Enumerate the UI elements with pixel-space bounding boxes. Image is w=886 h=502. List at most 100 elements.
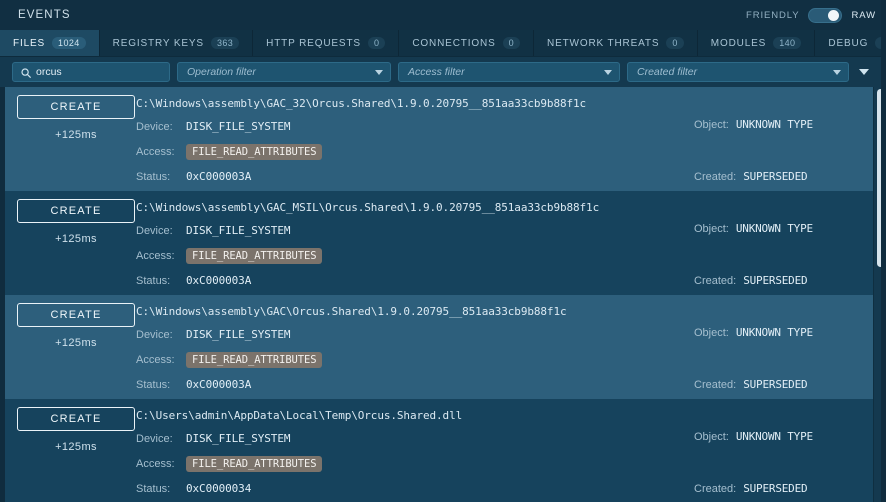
table-row[interactable]: CREATE +125ms C:\Windows\assembly\GAC_MS… [5,191,886,295]
tab-files-count: 1024 [52,37,86,49]
device-value: DISK_FILE_SYSTEM [186,328,291,341]
search-input[interactable] [36,66,161,78]
tab-http-requests[interactable]: HTTP REQUESTS 0 [253,30,400,56]
event-status-row: Status: 0xC0000034 [136,480,646,497]
events-list[interactable]: CREATE +125ms C:\Windows\assembly\GAC_32… [5,87,886,502]
operation-button[interactable]: CREATE [17,407,135,431]
status-value: 0xC000003A [186,170,252,183]
event-access-row: Access: FILE_READ_ATTRIBUTES [136,351,646,368]
search-icon [21,67,31,78]
status-label: Status: [136,482,171,495]
page-title: EVENTS [18,9,71,21]
access-label: Access: [136,249,175,262]
tab-network-threats[interactable]: NETWORK THREATS 0 [534,30,698,56]
chevron-down-icon [375,69,383,75]
view-mode-toggle[interactable]: FRIENDLY RAW [746,7,876,23]
event-timestamp: +125ms [55,129,97,141]
access-label: Access: [136,353,175,366]
event-action-column: CREATE +125ms [5,195,136,295]
event-object-row: Object: UNKNOWN TYPE [694,326,813,339]
table-row[interactable]: CREATE +125ms C:\Windows\assembly\GAC\Or… [5,295,886,399]
device-label: Device: [136,432,173,445]
table-row[interactable]: CREATE +125ms C:\Windows\assembly\GAC_32… [5,87,886,191]
search-field[interactable] [12,62,170,82]
tab-connections-label: CONNECTIONS [412,37,496,49]
tab-debug[interactable]: DEBUG 0 [815,30,886,56]
event-meta-column: Object: UNKNOWN TYPE Created: SUPERSEDED [646,91,886,191]
event-path: C:\Windows\assembly\GAC\Orcus.Shared\1.9… [136,305,567,318]
chevron-down-icon [833,69,841,75]
tab-modules[interactable]: MODULES 140 [698,30,816,56]
event-object-row: Object: UNKNOWN TYPE [694,118,813,131]
tab-connections[interactable]: CONNECTIONS 0 [399,30,534,56]
event-created-row: Created: SUPERSEDED [694,170,808,183]
object-label: Object: [694,119,729,131]
event-meta-column: Object: UNKNOWN TYPE Created: SUPERSEDED [646,299,886,399]
event-detail-column: C:\Users\admin\AppData\Local\Temp\Orcus.… [136,403,646,502]
object-value: UNKNOWN TYPE [735,118,813,131]
event-device-row: Device: DISK_FILE_SYSTEM [136,326,646,343]
tab-http-requests-label: HTTP REQUESTS [266,37,361,49]
tab-bar: FILES 1024 REGISTRY KEYS 363 HTTP REQUES… [0,30,886,57]
filter-bar: Operation filter Access filter Created f… [0,57,886,87]
mode-switch[interactable] [808,7,843,23]
event-object-row: Object: UNKNOWN TYPE [694,430,813,443]
tab-files-label: FILES [13,37,46,49]
mode-label-friendly: FRIENDLY [746,9,800,21]
tab-files[interactable]: FILES 1024 [0,30,100,56]
device-label: Device: [136,224,173,237]
tab-modules-count: 140 [773,37,802,49]
chevron-down-icon [604,69,612,75]
device-value: DISK_FILE_SYSTEM [186,432,291,445]
operation-filter-label: Operation filter [187,66,256,78]
access-filter-select[interactable]: Access filter [398,62,620,82]
event-path: C:\Windows\assembly\GAC_32\Orcus.Shared\… [136,97,587,110]
created-label: Created: [694,483,737,495]
operation-button[interactable]: CREATE [17,199,135,223]
event-action-column: CREATE +125ms [5,91,136,191]
table-row[interactable]: CREATE +125ms C:\Users\admin\AppData\Loc… [5,399,886,502]
mode-label-raw: RAW [851,9,876,21]
created-label: Created: [694,379,737,391]
status-value: 0xC000003A [186,378,252,391]
created-value: SUPERSEDED [743,170,808,183]
mode-switch-knob [828,9,840,21]
created-value: SUPERSEDED [743,482,808,495]
event-timestamp: +125ms [55,337,97,349]
more-filters-chevron-down-icon[interactable] [859,69,869,75]
event-path: C:\Users\admin\AppData\Local\Temp\Orcus.… [136,409,463,422]
event-access-row: Access: FILE_READ_ATTRIBUTES [136,455,646,472]
event-created-row: Created: SUPERSEDED [694,274,808,287]
event-object-row: Object: UNKNOWN TYPE [694,222,813,235]
status-label: Status: [136,170,171,183]
status-label: Status: [136,378,171,391]
title-bar: EVENTS FRIENDLY RAW [0,0,886,30]
event-access-row: Access: FILE_READ_ATTRIBUTES [136,247,646,264]
status-value: 0xC0000034 [186,482,252,495]
operation-button[interactable]: CREATE [17,303,135,327]
operation-filter-select[interactable]: Operation filter [177,62,391,82]
created-filter-select[interactable]: Created filter [627,62,849,82]
tab-registry-keys[interactable]: REGISTRY KEYS 363 [100,30,254,56]
object-label: Object: [694,327,729,339]
event-device-row: Device: DISK_FILE_SYSTEM [136,118,646,135]
tab-registry-keys-count: 363 [210,37,240,49]
created-value: SUPERSEDED [743,274,808,287]
event-status-row: Status: 0xC000003A [136,168,646,185]
tab-network-threats-count: 0 [666,37,684,49]
event-timestamp: +125ms [55,233,97,245]
operation-button[interactable]: CREATE [17,95,135,119]
access-value-chip: FILE_READ_ATTRIBUTES [186,143,323,160]
device-value: DISK_FILE_SYSTEM [186,224,291,237]
access-value-chip: FILE_READ_ATTRIBUTES [186,247,323,264]
right-rail [881,0,886,502]
event-path: C:\Windows\assembly\GAC_MSIL\Orcus.Share… [136,201,600,214]
event-status-row: Status: 0xC000003A [136,376,646,393]
tab-http-requests-count: 0 [367,37,386,49]
event-device-row: Device: DISK_FILE_SYSTEM [136,222,646,239]
object-value: UNKNOWN TYPE [735,326,813,339]
event-detail-column: C:\Windows\assembly\GAC\Orcus.Shared\1.9… [136,299,646,399]
device-value: DISK_FILE_SYSTEM [186,120,291,133]
event-timestamp: +125ms [55,441,97,453]
event-created-row: Created: SUPERSEDED [694,482,808,495]
